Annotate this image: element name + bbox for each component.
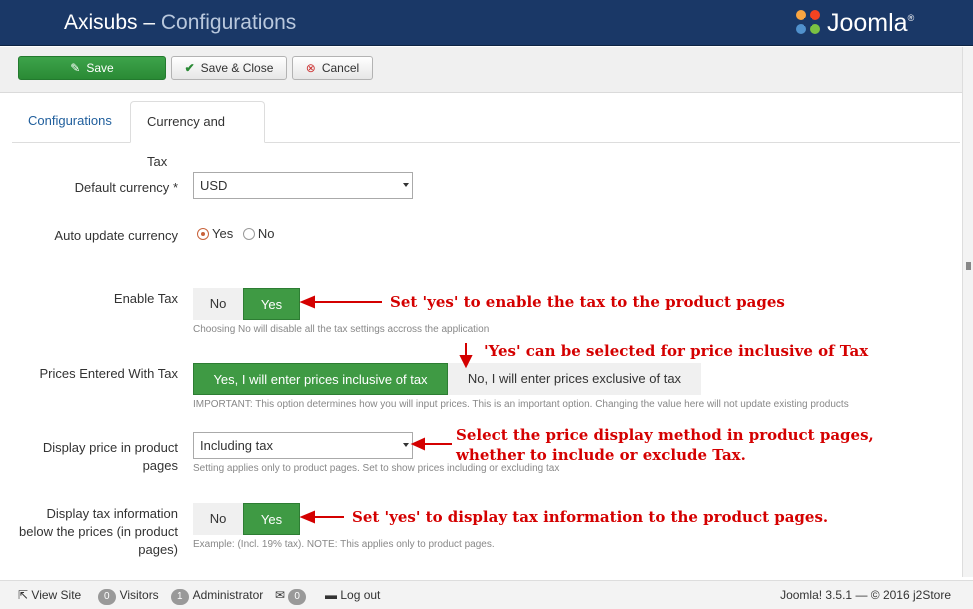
minus-icon: ▬	[325, 588, 337, 602]
logout-link[interactable]: ▬ Log out	[325, 581, 380, 609]
annotation-enable-tax: Set 'yes' to enable the tax to the produ…	[390, 293, 785, 311]
arrowhead-enable-tax	[299, 295, 315, 309]
annotation-display-price-line2: whether to include or exclude Tax.	[456, 446, 746, 464]
envelope-icon: ✉	[275, 588, 286, 602]
scrollbar-thumb[interactable]	[966, 262, 971, 270]
visitors-badge: 0	[98, 589, 116, 605]
arrowhead-display-tax-info	[299, 510, 315, 524]
arrowhead-prices-with-tax	[459, 355, 473, 369]
administrator-label: Administrator	[192, 588, 264, 602]
administrator-status[interactable]: 1 Administrator	[171, 581, 263, 609]
annotation-display-tax-info: Set 'yes' to display tax information to …	[352, 508, 829, 526]
logout-label: Log out	[340, 588, 381, 602]
messages-badge: 0	[288, 589, 306, 605]
view-site-label: View Site	[31, 588, 82, 602]
annotation-prices-with-tax: 'Yes' can be selected for price inclusiv…	[484, 342, 869, 360]
visitors-label: Visitors	[119, 588, 159, 602]
version-info: Joomla! 3.5.1 — © 2016 j2Store	[780, 588, 951, 602]
external-link-icon: ⇱	[18, 588, 29, 602]
view-site-link[interactable]: ⇱ View Site	[18, 581, 81, 609]
visitors-status[interactable]: 0 Visitors	[98, 581, 159, 609]
status-footer: ⇱ View Site 0 Visitors 1 Administrator ✉ 0…	[0, 580, 973, 609]
vertical-scrollbar[interactable]	[962, 47, 973, 577]
admin-badge: 1	[171, 589, 189, 605]
arrowhead-display-price	[410, 437, 425, 451]
messages-status[interactable]: ✉ 0	[275, 581, 310, 609]
annotation-display-price-line1: Select the price display method in produ…	[456, 426, 874, 444]
